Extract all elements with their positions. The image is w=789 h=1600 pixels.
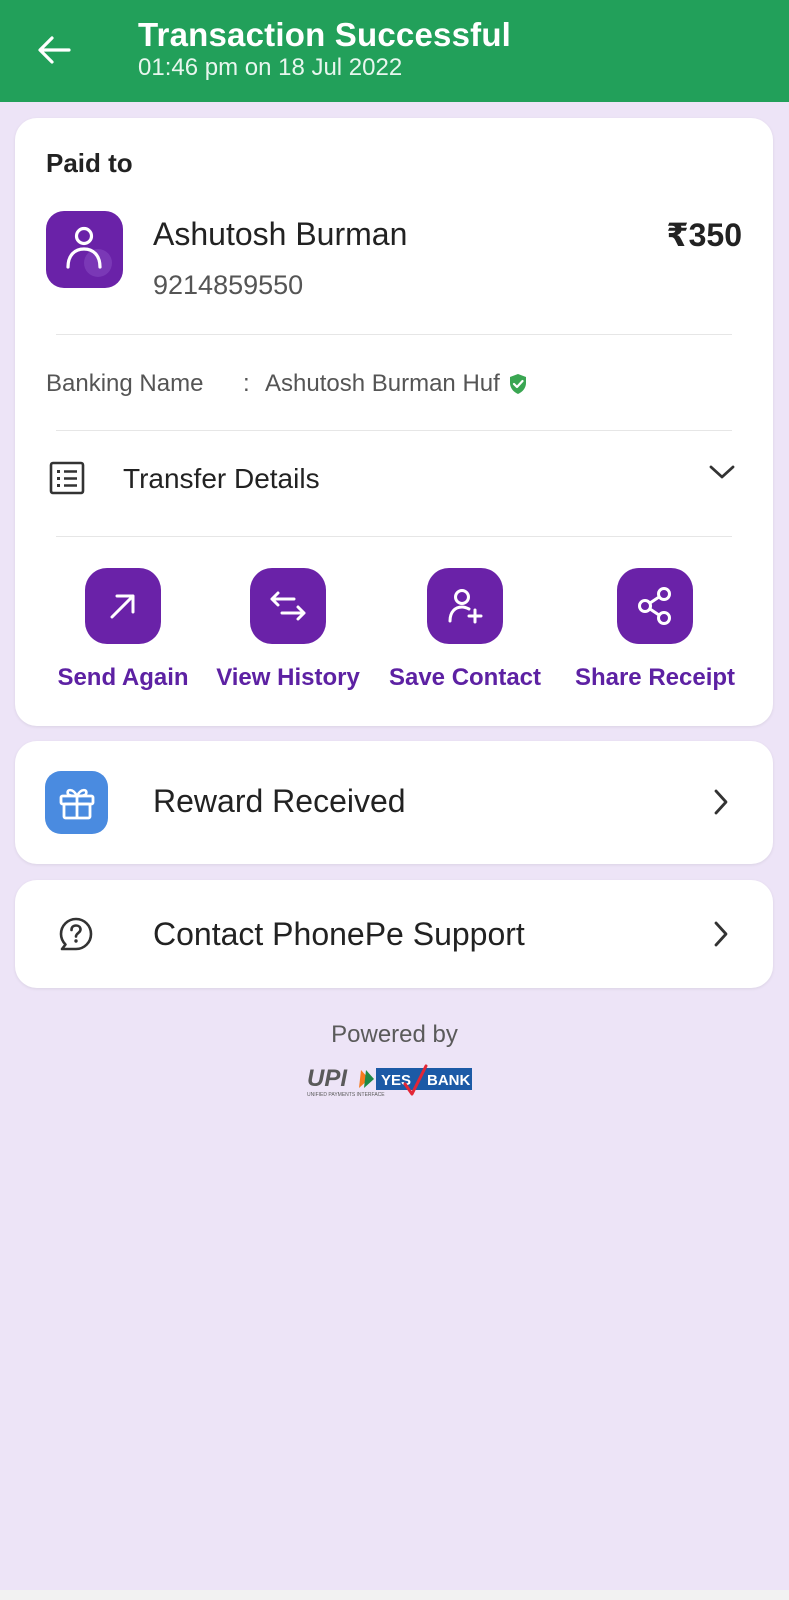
header-bar: Transaction Successful 01:46 pm on 18 Ju… bbox=[0, 0, 789, 102]
contact-support-row[interactable]: Contact PhonePe Support bbox=[15, 880, 773, 988]
quick-actions: Send Again View History Save Contact Sha… bbox=[15, 568, 773, 708]
person-icon bbox=[66, 226, 112, 277]
arrow-up-right-icon bbox=[110, 594, 135, 619]
banking-name-value-row: Ashutosh Burman Huf bbox=[265, 370, 528, 398]
gift-icon-box bbox=[45, 771, 108, 834]
reward-received-row[interactable]: Reward Received bbox=[15, 741, 773, 864]
share-receipt-button[interactable]: Share Receipt bbox=[565, 568, 745, 692]
system-nav-bar bbox=[0, 1590, 789, 1600]
save-contact-icon-box bbox=[427, 568, 503, 644]
transaction-timestamp: 01:46 pm on 18 Jul 2022 bbox=[138, 54, 403, 81]
save-contact-button[interactable]: Save Contact bbox=[385, 568, 545, 692]
divider bbox=[56, 536, 732, 537]
help-icon bbox=[59, 917, 93, 951]
back-button[interactable] bbox=[30, 26, 78, 74]
receipt-list-icon bbox=[49, 461, 85, 495]
yes-bank-text-bank: BANK bbox=[427, 1072, 470, 1089]
view-history-button[interactable]: View History bbox=[208, 568, 368, 692]
send-again-button[interactable]: Send Again bbox=[43, 568, 203, 692]
chevron-down-icon bbox=[709, 465, 735, 479]
transfer-details-label: Transfer Details bbox=[123, 463, 320, 494]
swap-arrows-icon bbox=[270, 591, 306, 621]
arrow-left-icon bbox=[38, 36, 71, 64]
reward-received-label: Reward Received bbox=[153, 783, 406, 819]
view-history-label: View History bbox=[216, 664, 360, 691]
add-contact-icon bbox=[448, 589, 483, 624]
divider bbox=[56, 334, 732, 335]
upi-yesbank-logo: UPI UNIFIED PAYMENTS INTERFACE YES BANK bbox=[307, 1064, 472, 1098]
share-receipt-icon-box bbox=[617, 568, 693, 644]
gift-icon bbox=[59, 788, 94, 819]
chevron-right-icon bbox=[714, 789, 728, 815]
chevron-right-icon bbox=[714, 921, 728, 947]
page-title: Transaction Successful bbox=[138, 16, 512, 53]
upi-tagline: UNIFIED PAYMENTS INTERFACE bbox=[307, 1092, 385, 1098]
payment-details-card: Paid to Ashutosh Burman 9214859550 ₹350 … bbox=[15, 118, 773, 726]
send-again-label: Send Again bbox=[57, 664, 189, 691]
banking-name-value: Ashutosh Burman Huf bbox=[265, 370, 500, 397]
payee-name: Ashutosh Burman bbox=[153, 216, 408, 252]
upi-logo-text: UPI bbox=[307, 1065, 348, 1092]
contact-support-label: Contact PhonePe Support bbox=[153, 916, 525, 952]
view-history-icon-box bbox=[250, 568, 326, 644]
paid-to-label: Paid to bbox=[46, 148, 133, 178]
banking-name-label: Banking Name bbox=[46, 370, 204, 397]
banking-name-separator: : bbox=[243, 370, 250, 397]
verified-shield-icon bbox=[509, 374, 526, 394]
amount-paid: ₹350 bbox=[666, 217, 742, 253]
transfer-details-toggle[interactable]: Transfer Details bbox=[15, 430, 773, 530]
avatar bbox=[46, 211, 123, 288]
powered-by-label: Powered by bbox=[331, 1021, 458, 1048]
share-receipt-label: Share Receipt bbox=[574, 664, 736, 691]
payee-phone: 9214859550 bbox=[153, 270, 304, 300]
save-contact-label: Save Contact bbox=[388, 664, 542, 691]
share-icon bbox=[638, 587, 671, 625]
send-again-icon-box bbox=[85, 568, 161, 644]
